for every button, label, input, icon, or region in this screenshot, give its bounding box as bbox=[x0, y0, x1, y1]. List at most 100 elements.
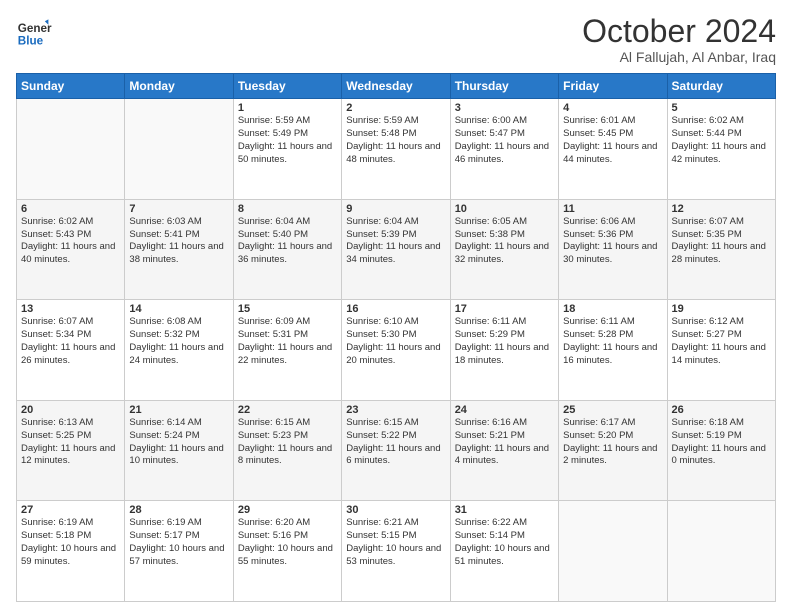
calendar-cell: 5Sunrise: 6:02 AM Sunset: 5:44 PM Daylig… bbox=[667, 99, 775, 200]
day-number: 22 bbox=[238, 404, 337, 416]
day-number: 21 bbox=[129, 404, 228, 416]
calendar-cell: 28Sunrise: 6:19 AM Sunset: 5:17 PM Dayli… bbox=[125, 501, 233, 602]
day-info: Sunrise: 6:19 AM Sunset: 5:18 PM Dayligh… bbox=[21, 517, 120, 568]
day-info: Sunrise: 6:02 AM Sunset: 5:43 PM Dayligh… bbox=[21, 216, 120, 267]
day-number: 27 bbox=[21, 504, 120, 516]
day-info: Sunrise: 6:11 AM Sunset: 5:29 PM Dayligh… bbox=[455, 316, 554, 367]
calendar-cell: 22Sunrise: 6:15 AM Sunset: 5:23 PM Dayli… bbox=[233, 400, 341, 501]
weekday-header: Wednesday bbox=[342, 74, 450, 99]
day-number: 7 bbox=[129, 203, 228, 215]
day-number: 13 bbox=[21, 303, 120, 315]
day-info: Sunrise: 6:21 AM Sunset: 5:15 PM Dayligh… bbox=[346, 517, 445, 568]
calendar-body: 1Sunrise: 5:59 AM Sunset: 5:49 PM Daylig… bbox=[17, 99, 776, 602]
weekday-header: Sunday bbox=[17, 74, 125, 99]
calendar-week-row: 13Sunrise: 6:07 AM Sunset: 5:34 PM Dayli… bbox=[17, 300, 776, 401]
day-info: Sunrise: 6:01 AM Sunset: 5:45 PM Dayligh… bbox=[563, 115, 662, 166]
day-number: 1 bbox=[238, 102, 337, 114]
day-number: 5 bbox=[672, 102, 771, 114]
calendar-cell: 31Sunrise: 6:22 AM Sunset: 5:14 PM Dayli… bbox=[450, 501, 558, 602]
calendar-cell: 27Sunrise: 6:19 AM Sunset: 5:18 PM Dayli… bbox=[17, 501, 125, 602]
svg-text:Blue: Blue bbox=[18, 35, 44, 48]
calendar-cell: 14Sunrise: 6:08 AM Sunset: 5:32 PM Dayli… bbox=[125, 300, 233, 401]
calendar-cell: 4Sunrise: 6:01 AM Sunset: 5:45 PM Daylig… bbox=[559, 99, 667, 200]
day-number: 25 bbox=[563, 404, 662, 416]
calendar-cell: 18Sunrise: 6:11 AM Sunset: 5:28 PM Dayli… bbox=[559, 300, 667, 401]
day-info: Sunrise: 6:07 AM Sunset: 5:35 PM Dayligh… bbox=[672, 216, 771, 267]
calendar-cell: 26Sunrise: 6:18 AM Sunset: 5:19 PM Dayli… bbox=[667, 400, 775, 501]
day-number: 17 bbox=[455, 303, 554, 315]
calendar-header-row: SundayMondayTuesdayWednesdayThursdayFrid… bbox=[17, 74, 776, 99]
weekday-header: Tuesday bbox=[233, 74, 341, 99]
day-number: 10 bbox=[455, 203, 554, 215]
day-number: 28 bbox=[129, 504, 228, 516]
weekday-header: Monday bbox=[125, 74, 233, 99]
calendar-cell: 2Sunrise: 5:59 AM Sunset: 5:48 PM Daylig… bbox=[342, 99, 450, 200]
logo-icon: General Blue bbox=[16, 14, 52, 50]
day-number: 29 bbox=[238, 504, 337, 516]
svg-text:General: General bbox=[18, 22, 52, 35]
day-number: 8 bbox=[238, 203, 337, 215]
header-right: October 2024 Al Fallujah, Al Anbar, Iraq bbox=[582, 14, 776, 65]
calendar-week-row: 6Sunrise: 6:02 AM Sunset: 5:43 PM Daylig… bbox=[17, 199, 776, 300]
day-info: Sunrise: 6:16 AM Sunset: 5:21 PM Dayligh… bbox=[455, 417, 554, 468]
calendar-cell: 29Sunrise: 6:20 AM Sunset: 5:16 PM Dayli… bbox=[233, 501, 341, 602]
calendar-cell: 19Sunrise: 6:12 AM Sunset: 5:27 PM Dayli… bbox=[667, 300, 775, 401]
day-number: 3 bbox=[455, 102, 554, 114]
day-number: 6 bbox=[21, 203, 120, 215]
calendar-cell: 11Sunrise: 6:06 AM Sunset: 5:36 PM Dayli… bbox=[559, 199, 667, 300]
day-number: 15 bbox=[238, 303, 337, 315]
day-info: Sunrise: 6:22 AM Sunset: 5:14 PM Dayligh… bbox=[455, 517, 554, 568]
day-info: Sunrise: 6:04 AM Sunset: 5:40 PM Dayligh… bbox=[238, 216, 337, 267]
day-info: Sunrise: 6:00 AM Sunset: 5:47 PM Dayligh… bbox=[455, 115, 554, 166]
calendar-cell: 3Sunrise: 6:00 AM Sunset: 5:47 PM Daylig… bbox=[450, 99, 558, 200]
calendar-cell bbox=[17, 99, 125, 200]
day-info: Sunrise: 6:07 AM Sunset: 5:34 PM Dayligh… bbox=[21, 316, 120, 367]
month-title: October 2024 bbox=[582, 14, 776, 49]
day-number: 4 bbox=[563, 102, 662, 114]
calendar-cell: 15Sunrise: 6:09 AM Sunset: 5:31 PM Dayli… bbox=[233, 300, 341, 401]
calendar-cell: 1Sunrise: 5:59 AM Sunset: 5:49 PM Daylig… bbox=[233, 99, 341, 200]
calendar-week-row: 27Sunrise: 6:19 AM Sunset: 5:18 PM Dayli… bbox=[17, 501, 776, 602]
day-number: 18 bbox=[563, 303, 662, 315]
day-info: Sunrise: 6:20 AM Sunset: 5:16 PM Dayligh… bbox=[238, 517, 337, 568]
day-info: Sunrise: 6:14 AM Sunset: 5:24 PM Dayligh… bbox=[129, 417, 228, 468]
day-info: Sunrise: 6:08 AM Sunset: 5:32 PM Dayligh… bbox=[129, 316, 228, 367]
calendar-cell: 30Sunrise: 6:21 AM Sunset: 5:15 PM Dayli… bbox=[342, 501, 450, 602]
calendar-cell: 10Sunrise: 6:05 AM Sunset: 5:38 PM Dayli… bbox=[450, 199, 558, 300]
day-info: Sunrise: 6:09 AM Sunset: 5:31 PM Dayligh… bbox=[238, 316, 337, 367]
calendar-cell: 16Sunrise: 6:10 AM Sunset: 5:30 PM Dayli… bbox=[342, 300, 450, 401]
day-info: Sunrise: 6:10 AM Sunset: 5:30 PM Dayligh… bbox=[346, 316, 445, 367]
day-number: 11 bbox=[563, 203, 662, 215]
day-info: Sunrise: 5:59 AM Sunset: 5:49 PM Dayligh… bbox=[238, 115, 337, 166]
day-info: Sunrise: 6:17 AM Sunset: 5:20 PM Dayligh… bbox=[563, 417, 662, 468]
calendar-cell: 6Sunrise: 6:02 AM Sunset: 5:43 PM Daylig… bbox=[17, 199, 125, 300]
location: Al Fallujah, Al Anbar, Iraq bbox=[582, 49, 776, 65]
day-number: 30 bbox=[346, 504, 445, 516]
day-info: Sunrise: 6:03 AM Sunset: 5:41 PM Dayligh… bbox=[129, 216, 228, 267]
day-info: Sunrise: 6:13 AM Sunset: 5:25 PM Dayligh… bbox=[21, 417, 120, 468]
day-info: Sunrise: 6:15 AM Sunset: 5:22 PM Dayligh… bbox=[346, 417, 445, 468]
day-number: 19 bbox=[672, 303, 771, 315]
day-number: 14 bbox=[129, 303, 228, 315]
calendar-week-row: 1Sunrise: 5:59 AM Sunset: 5:49 PM Daylig… bbox=[17, 99, 776, 200]
calendar-cell bbox=[125, 99, 233, 200]
day-number: 9 bbox=[346, 203, 445, 215]
day-info: Sunrise: 6:06 AM Sunset: 5:36 PM Dayligh… bbox=[563, 216, 662, 267]
calendar-cell: 23Sunrise: 6:15 AM Sunset: 5:22 PM Dayli… bbox=[342, 400, 450, 501]
day-info: Sunrise: 6:15 AM Sunset: 5:23 PM Dayligh… bbox=[238, 417, 337, 468]
day-number: 23 bbox=[346, 404, 445, 416]
calendar-week-row: 20Sunrise: 6:13 AM Sunset: 5:25 PM Dayli… bbox=[17, 400, 776, 501]
calendar-cell: 7Sunrise: 6:03 AM Sunset: 5:41 PM Daylig… bbox=[125, 199, 233, 300]
day-info: Sunrise: 6:04 AM Sunset: 5:39 PM Dayligh… bbox=[346, 216, 445, 267]
day-info: Sunrise: 6:02 AM Sunset: 5:44 PM Dayligh… bbox=[672, 115, 771, 166]
page-header: General Blue October 2024 Al Fallujah, A… bbox=[16, 14, 776, 65]
weekday-header: Thursday bbox=[450, 74, 558, 99]
calendar-cell: 9Sunrise: 6:04 AM Sunset: 5:39 PM Daylig… bbox=[342, 199, 450, 300]
day-number: 31 bbox=[455, 504, 554, 516]
calendar-cell: 13Sunrise: 6:07 AM Sunset: 5:34 PM Dayli… bbox=[17, 300, 125, 401]
day-info: Sunrise: 6:18 AM Sunset: 5:19 PM Dayligh… bbox=[672, 417, 771, 468]
day-number: 20 bbox=[21, 404, 120, 416]
weekday-header: Friday bbox=[559, 74, 667, 99]
calendar-cell: 24Sunrise: 6:16 AM Sunset: 5:21 PM Dayli… bbox=[450, 400, 558, 501]
calendar-cell: 25Sunrise: 6:17 AM Sunset: 5:20 PM Dayli… bbox=[559, 400, 667, 501]
